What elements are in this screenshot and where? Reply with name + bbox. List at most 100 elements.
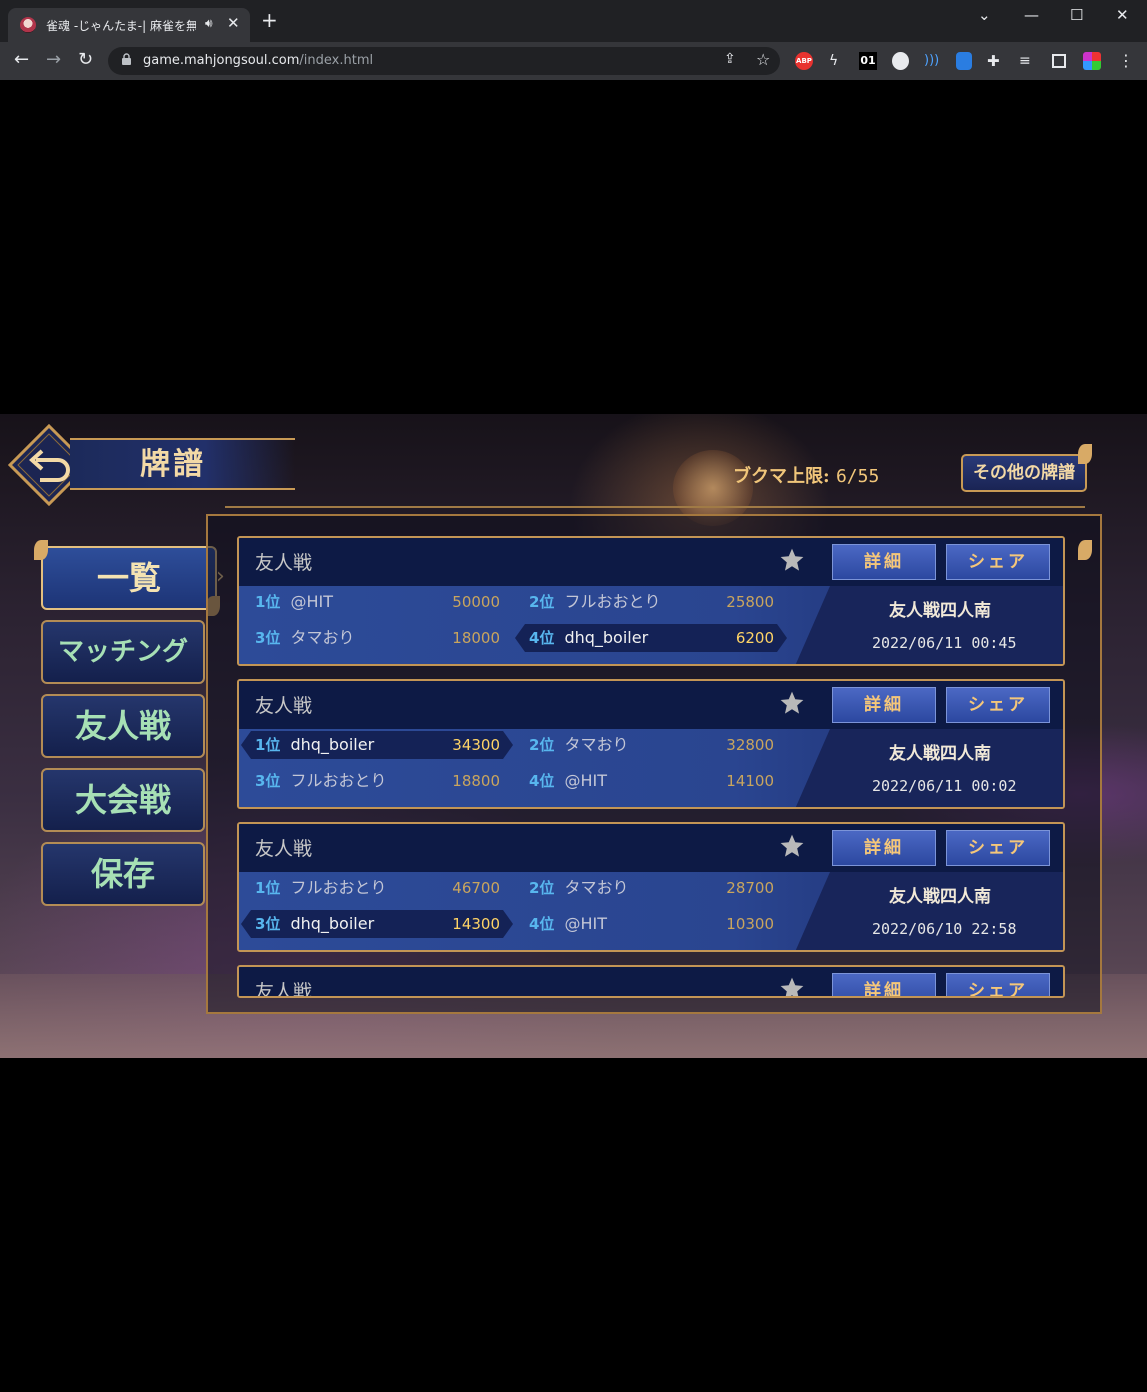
player-name: @HIT: [564, 914, 607, 933]
record-header: [239, 824, 1063, 872]
tab-title: 雀魂 -じゃんたま-| 麻雀を無料で: [46, 19, 196, 33]
maximize-icon[interactable]: ☐: [1070, 6, 1083, 24]
browser-toolbar: ← → ↻ game.mahjongsoul.com/index.html ⇪ …: [0, 42, 1147, 80]
mahjongsoul-favicon-icon: [20, 17, 36, 33]
record-card[interactable]: 友人戦 詳細 シェア: [237, 965, 1065, 998]
detail-button[interactable]: 詳細: [832, 687, 936, 723]
grid-extension-icon[interactable]: [1083, 52, 1101, 70]
player-row: 1位 dhq_boiler 34300: [255, 731, 500, 759]
player-name: タマおり: [290, 628, 355, 647]
player-score: 32800: [726, 736, 774, 754]
browser-tab[interactable]: 雀魂 -じゃんたま-| 麻雀を無料で 🔊︎ ✕: [8, 8, 250, 42]
extension-circle-icon[interactable]: [892, 52, 909, 70]
player-score: 34300: [452, 736, 500, 754]
sidebar-item-saved[interactable]: 保存: [41, 842, 205, 906]
new-tab-icon[interactable]: +: [261, 10, 278, 30]
player-rank: 2位: [529, 879, 555, 897]
player-name: フルおおとり: [290, 771, 387, 790]
favorite-star-icon[interactable]: [779, 833, 805, 859]
share-button[interactable]: シェア: [946, 544, 1050, 580]
game-canvas[interactable]: 牌譜 ブクマ上限: 6/55 その他の牌譜 一覧 › マッチング 友人戦 大会戦…: [0, 414, 1147, 1058]
record-title: 友人戦: [255, 695, 313, 717]
record-datetime: 2022/06/10 22:58: [872, 920, 1017, 938]
favorite-star-icon[interactable]: [779, 547, 805, 573]
tab-search-icon[interactable]: ⌄: [978, 6, 991, 24]
bookmark-star-icon[interactable]: ☆: [756, 50, 770, 69]
leaf-decoration-icon: [1078, 444, 1092, 464]
player-rank: 1位: [255, 736, 281, 754]
player-row: 3位 フルおおとり 18800: [255, 767, 500, 795]
minimize-icon[interactable]: —: [1024, 6, 1039, 24]
game-mode: 友人戦四人南: [889, 744, 991, 764]
leaf-decoration-icon: [1078, 540, 1092, 560]
record-title: 友人戦: [255, 838, 313, 860]
player-name: dhq_boiler: [290, 735, 375, 754]
puzzle-icon[interactable]: ✚: [987, 52, 1000, 70]
player-score: 50000: [452, 593, 500, 611]
player-rank: 2位: [529, 736, 555, 754]
player-rank: 4位: [529, 915, 555, 933]
player-name: dhq_boiler: [564, 628, 649, 647]
record-datetime: 2022/06/11 00:45: [872, 634, 1017, 652]
record-card[interactable]: 友人戦 詳細 シェア 1位 @HIT 50000 2位 フルおおとり 25800 3位 タマおり 18…: [237, 536, 1065, 666]
player-row: 1位 @HIT 50000: [255, 588, 500, 616]
favorite-star-icon[interactable]: [779, 976, 805, 998]
record-header: [239, 967, 1063, 996]
favorite-star-icon[interactable]: [779, 690, 805, 716]
address-bar[interactable]: game.mahjongsoul.com/index.html ⇪ ☆: [108, 47, 780, 75]
player-row: 4位 @HIT 14100: [529, 767, 774, 795]
divider: [225, 506, 1085, 508]
browser-tab-strip: 雀魂 -じゃんたま-| 麻雀を無料で 🔊︎ ✕ + ⌄ — ☐ ✕: [0, 0, 1147, 42]
forward-arrow-icon[interactable]: →: [46, 50, 61, 70]
record-header: [239, 681, 1063, 729]
record-title: 友人戦: [255, 552, 313, 574]
detail-button[interactable]: 詳細: [832, 973, 936, 996]
side-panel-icon[interactable]: [1052, 54, 1066, 68]
player-rank: 3位: [255, 915, 281, 933]
blue-extension-icon[interactable]: [956, 52, 972, 70]
player-score: 18000: [452, 629, 500, 647]
share-button[interactable]: シェア: [946, 687, 1050, 723]
record-card[interactable]: 友人戦 詳細 シェア 1位 フルおおとり 46700 2位 タマおり 28700 3位 dhq_bo…: [237, 822, 1065, 952]
leaf-decoration-icon: [34, 540, 48, 560]
player-name: dhq_boiler: [290, 914, 375, 933]
detail-button[interactable]: 詳細: [832, 544, 936, 580]
window-close-icon[interactable]: ✕: [1116, 6, 1129, 24]
player-rank: 1位: [255, 593, 281, 611]
share-button[interactable]: シェア: [946, 830, 1050, 866]
player-name: タマおり: [564, 878, 629, 897]
menu-kebab-icon[interactable]: ⋮: [1118, 52, 1134, 70]
adblock-plus-icon[interactable]: ABP: [795, 52, 813, 70]
player-rank: 3位: [255, 629, 281, 647]
player-rank: 3位: [255, 772, 281, 790]
lock-icon: [122, 53, 131, 65]
sidebar-item-list[interactable]: 一覧: [41, 546, 217, 610]
player-row: 2位 タマおり 28700: [529, 874, 774, 902]
record-card[interactable]: 友人戦 詳細 シェア 1位 dhq_boiler 34300 2位 タマおり 32800 3位 フル…: [237, 679, 1065, 809]
record-title: 友人戦: [255, 981, 313, 998]
other-records-button[interactable]: その他の牌譜: [961, 454, 1087, 492]
close-tab-icon[interactable]: ✕: [227, 14, 240, 32]
page-title: 牌譜: [140, 447, 206, 482]
player-score: 14300: [452, 915, 500, 933]
player-row: 4位 dhq_boiler 6200: [529, 624, 774, 652]
back-arrow-icon[interactable]: ←: [14, 50, 29, 70]
media-queue-icon[interactable]: ≡: [1019, 52, 1031, 70]
record-datetime: 2022/06/11 00:02: [872, 777, 1017, 795]
lightning-icon[interactable]: ϟ: [829, 52, 838, 70]
share-page-icon[interactable]: ⇪: [724, 51, 736, 67]
player-rank: 4位: [529, 772, 555, 790]
detail-button[interactable]: 詳細: [832, 830, 936, 866]
sidebar-item-tournament[interactable]: 大会戦: [41, 768, 205, 832]
share-button[interactable]: シェア: [946, 973, 1050, 996]
binary-extension-icon[interactable]: 01: [859, 52, 877, 70]
bookmark-count: 6/55: [835, 466, 880, 487]
sidebar-item-friend[interactable]: 友人戦: [41, 694, 205, 758]
sound-wave-icon[interactable]: ))): [924, 52, 939, 70]
reload-icon[interactable]: ↻: [78, 50, 93, 70]
player-row: 3位 タマおり 18000: [255, 624, 500, 652]
player-score: 28700: [726, 879, 774, 897]
sidebar-item-matching[interactable]: マッチング: [41, 620, 205, 684]
speaker-icon[interactable]: 🔊︎: [205, 16, 213, 31]
player-score: 46700: [452, 879, 500, 897]
